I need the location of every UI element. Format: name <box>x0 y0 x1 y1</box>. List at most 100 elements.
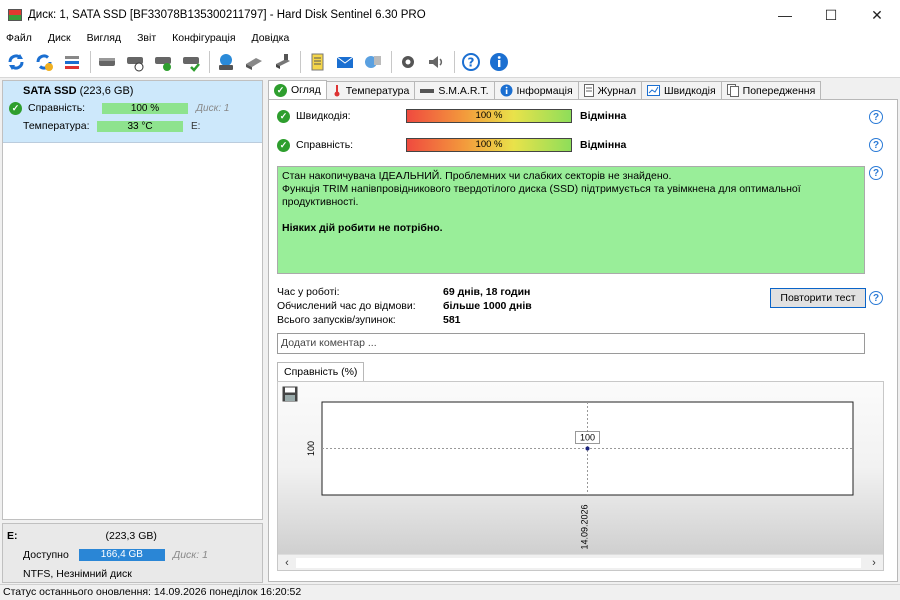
alerts-document-icon <box>726 84 739 97</box>
scroll-left-arrow-icon[interactable]: ‹ <box>280 555 294 571</box>
menu-report[interactable]: Звіт <box>135 32 164 44</box>
menu-help[interactable]: Довідка <box>250 32 298 44</box>
disk-info-icon[interactable] <box>95 50 119 74</box>
menu-file[interactable]: Файл <box>4 32 40 44</box>
chart-horizontal-scrollbar[interactable]: ‹ › <box>278 554 883 570</box>
disk-verify-icon[interactable] <box>179 50 203 74</box>
health-chart: 100 100 14.09.2026 ‹ › <box>277 381 884 571</box>
disk-size: (223,6 GB) <box>79 85 134 97</box>
health-verdict: Відмінна <box>580 139 627 151</box>
disk-number: Диск: 1 <box>196 102 230 114</box>
email-icon[interactable] <box>333 50 357 74</box>
sound-icon[interactable] <box>424 50 448 74</box>
info-icon[interactable] <box>487 50 511 74</box>
ok-check-icon: ✓ <box>277 138 290 152</box>
disk-health-label: Справність: <box>28 102 86 114</box>
tab-bar: ✓ Огляд Температура S.M.A.R.T. Інформація… <box>268 80 898 99</box>
health-label: Справність: <box>296 139 354 151</box>
close-button[interactable]: ✕ <box>854 0 900 30</box>
chart-x-tick-label: 14.09.2026 <box>580 504 590 549</box>
maximize-button[interactable]: ☐ <box>808 0 854 30</box>
performance-verdict: Відмінна <box>580 110 627 122</box>
tab-information[interactable]: Інформація <box>493 81 579 99</box>
retest-button[interactable]: Повторити тест <box>770 288 866 308</box>
chart-data-point <box>585 446 590 451</box>
help-icon[interactable]: ? <box>869 110 883 124</box>
log-document-icon <box>583 84 594 97</box>
disk-temperature-label: Температура: <box>23 120 90 132</box>
toolbar-separator <box>300 50 301 73</box>
menu-view[interactable]: Вигляд <box>85 32 129 44</box>
settings-gear-icon[interactable] <box>396 50 420 74</box>
tab-alerts[interactable]: Попередження <box>720 81 822 99</box>
tab-overview-label: Огляд <box>291 84 321 96</box>
status-message-box: Стан накопичувача ІДЕАЛЬНИЙ. Проблемних … <box>277 166 865 274</box>
disk-entry[interactable]: SATA SSD (223,6 GB) ✓ Справність: 100 % … <box>3 81 262 143</box>
network-disk-icon[interactable] <box>214 50 238 74</box>
status-message-line2: Функція TRIM напівпровідникового твердот… <box>282 183 801 208</box>
partition-free-bar: 166,4 GB <box>78 549 165 561</box>
performance-chart-icon <box>646 85 660 96</box>
disk-tools-icon[interactable] <box>242 50 266 74</box>
tab-performance-label: Швидкодія <box>663 84 716 97</box>
tab-performance[interactable]: Швидкодія <box>640 81 722 99</box>
disk-drive-letter: E: <box>191 120 201 132</box>
help-icon[interactable]: ? <box>869 138 883 152</box>
disk-health-bar: 100 % <box>102 102 188 114</box>
partition-header: E: (223,3 GB) <box>7 528 258 544</box>
refresh-icon[interactable] <box>4 50 28 74</box>
chart-point-label: 100 <box>580 433 595 443</box>
menu-disk[interactable]: Диск <box>46 32 79 44</box>
help-icon[interactable]: ? <box>869 291 883 305</box>
start-stop-label: Всього запусків/зупинок: <box>277 314 396 326</box>
window-title: Диск: 1, SATA SSD [BF33078B135300211797]… <box>28 9 426 21</box>
partition-panel: E: (223,3 GB) Доступно 166,4 GB Диск: 1 … <box>2 523 263 583</box>
tab-temperature[interactable]: Температура <box>325 81 416 99</box>
svg-text:?: ? <box>468 55 475 69</box>
thermometer-icon <box>332 84 342 97</box>
tab-smart-label: S.M.A.R.T. <box>438 84 489 97</box>
scroll-thumb[interactable] <box>296 558 861 568</box>
tab-health-chart[interactable]: Справність (%) <box>277 362 365 381</box>
toolbar-separator <box>391 50 392 73</box>
ok-check-icon: ✓ <box>277 109 290 123</box>
toolbar-separator <box>454 50 455 73</box>
partition-free-row: Доступно 166,4 GB Диск: 1 <box>7 547 258 563</box>
comment-input[interactable]: Додати коментар ... <box>277 333 865 354</box>
disk-temperature-icon[interactable] <box>123 50 147 74</box>
uptime-label: Час у роботі: <box>277 286 340 298</box>
remaining-life-value: більше 1000 днів <box>443 300 532 312</box>
disk-title: SATA SSD (223,6 GB) <box>23 85 256 97</box>
disk-list-icon[interactable] <box>60 50 84 74</box>
overview-panel: ✓ Швидкодія: 100 % Відмінна ? ✓ Справніс… <box>268 99 898 582</box>
disk-list-panel: SATA SSD (223,6 GB) ✓ Справність: 100 % … <box>2 80 263 520</box>
toolbar-separator <box>209 50 210 73</box>
send-report-icon[interactable] <box>361 50 385 74</box>
status-message-action: Ніяких дій робити не потрібно. <box>282 222 443 234</box>
report-icon[interactable] <box>305 50 329 74</box>
help-icon[interactable]: ? <box>869 166 883 180</box>
menu-configuration[interactable]: Конфігурація <box>170 32 243 44</box>
tab-information-label: Інформація <box>516 84 573 97</box>
chart-y-tick-label: 100 <box>306 441 316 456</box>
tab-log[interactable]: Журнал <box>577 81 642 99</box>
health-chart-plot: 100 100 14.09.2026 <box>306 401 854 550</box>
performance-row: ✓ Швидкодія: 100 % Відмінна <box>277 108 626 124</box>
performance-bar: 100 % <box>406 109 572 123</box>
help-icon[interactable]: ? <box>459 50 483 74</box>
refresh-all-icon[interactable] <box>32 50 56 74</box>
tab-overview[interactable]: ✓ Огляд <box>268 80 327 99</box>
tab-smart[interactable]: S.M.A.R.T. <box>414 81 495 99</box>
minimize-button[interactable]: — <box>762 0 808 30</box>
health-bar: 100 % <box>406 138 572 152</box>
partition-disk-ref: Диск: 1 <box>172 549 208 561</box>
remaining-life-label: Обчислений час до відмови: <box>277 300 416 312</box>
partition-filesystem: NTFS, Незнімний диск <box>23 568 132 580</box>
app-logo-icon <box>8 9 22 21</box>
title-bar: Диск: 1, SATA SSD [BF33078B135300211797]… <box>0 0 900 30</box>
disk-temperature-bar: 33 °C <box>97 120 183 132</box>
scroll-right-arrow-icon[interactable]: › <box>867 555 881 571</box>
disk-test-icon[interactable] <box>151 50 175 74</box>
status-bar: Статус останнього оновлення: 14.09.2026 … <box>0 584 900 600</box>
disk-backup-icon[interactable] <box>270 50 294 74</box>
